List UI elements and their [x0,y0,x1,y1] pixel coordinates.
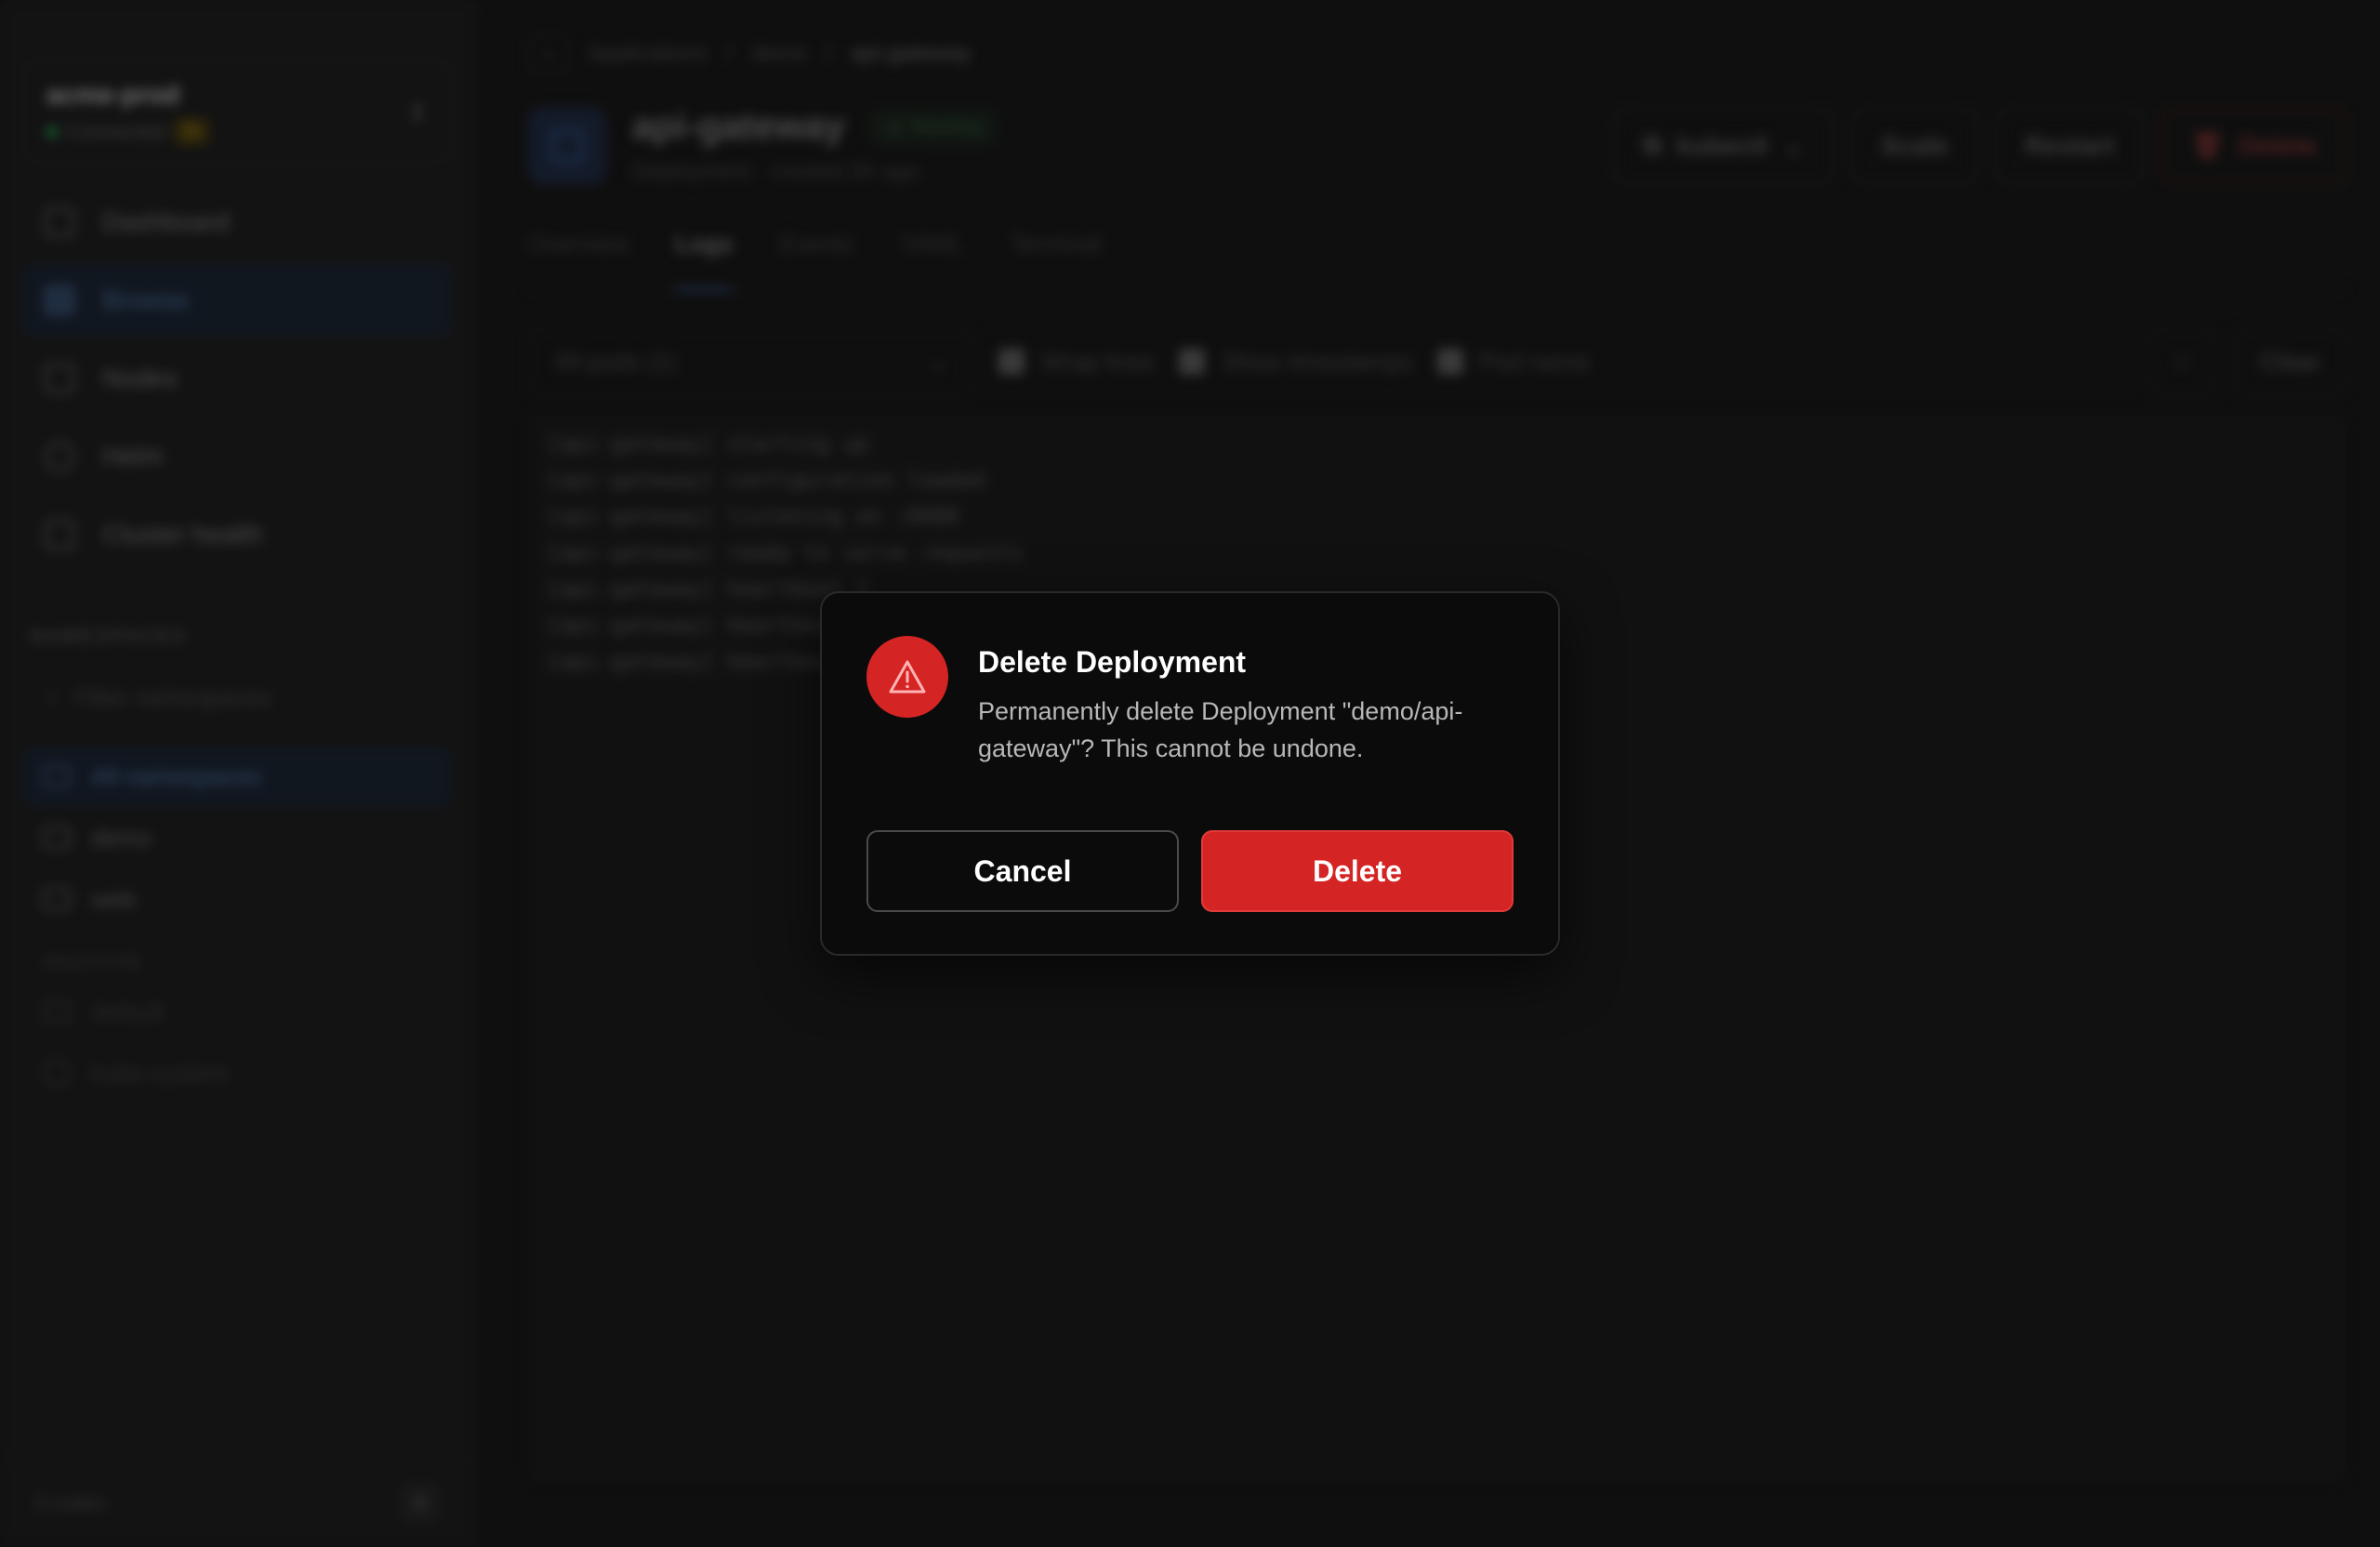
dialog-actions: Cancel Delete [866,830,1514,912]
delete-confirm-dialog: Delete Deployment Permanently delete Dep… [820,591,1560,956]
warning-icon [866,636,948,718]
confirm-delete-button[interactable]: Delete [1201,830,1514,912]
cancel-button[interactable]: Cancel [866,830,1179,912]
dialog-title: Delete Deployment [978,645,1247,679]
dialog-message: Permanently delete Deployment "demo/api-… [978,697,1463,762]
